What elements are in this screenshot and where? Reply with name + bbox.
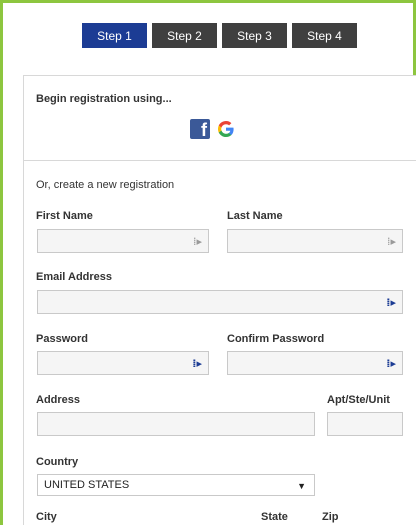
last-name-field[interactable]: ⁞▸ — [227, 229, 403, 253]
country-select[interactable]: UNITED STATES ▼ — [37, 474, 315, 496]
autofill-icon: ⁞▸ — [386, 296, 396, 309]
address-field[interactable] — [37, 412, 315, 436]
step-navigation: Step 1 Step 2 Step 3 Step 4 — [82, 23, 357, 48]
last-name-label: Last Name — [227, 210, 283, 222]
first-name-field[interactable]: ⁞▸ — [37, 229, 209, 253]
apt-label: Apt/Ste/Unit — [327, 394, 390, 406]
password-label: Password — [36, 333, 88, 345]
zip-label: Zip — [322, 511, 339, 523]
social-heading: Begin registration using... — [36, 93, 172, 105]
autofill-icon: ⁞▸ — [192, 235, 202, 248]
state-label: State — [261, 511, 288, 523]
social-icons: f — [190, 119, 236, 139]
registration-panel: Begin registration using... f Or, create… — [23, 75, 416, 525]
confirm-password-label: Confirm Password — [227, 333, 325, 345]
confirm-password-field[interactable]: ⁞▸ — [227, 351, 403, 375]
autofill-icon: ⁞▸ — [386, 357, 396, 370]
caret-down-icon: ▼ — [297, 481, 306, 491]
social-registration-section: Begin registration using... f — [24, 76, 416, 161]
autofill-icon: ⁞▸ — [192, 357, 202, 370]
step-3-button[interactable]: Step 3 — [222, 23, 287, 48]
google-icon[interactable] — [216, 119, 236, 139]
first-name-label: First Name — [36, 210, 93, 222]
facebook-icon[interactable]: f — [190, 119, 210, 139]
city-label: City — [36, 511, 57, 523]
new-registration-heading: Or, create a new registration — [36, 179, 175, 191]
autofill-icon: ⁞▸ — [386, 235, 396, 248]
step-4-button[interactable]: Step 4 — [292, 23, 357, 48]
step-2-button[interactable]: Step 2 — [152, 23, 217, 48]
email-field[interactable]: ⁞▸ — [37, 290, 403, 314]
address-label: Address — [36, 394, 81, 406]
password-field[interactable]: ⁞▸ — [37, 351, 209, 375]
apt-field[interactable] — [327, 412, 403, 436]
step-1-button[interactable]: Step 1 — [82, 23, 147, 48]
email-label: Email Address — [36, 271, 113, 283]
country-label: Country — [36, 456, 79, 468]
country-select-value: UNITED STATES — [44, 479, 130, 491]
